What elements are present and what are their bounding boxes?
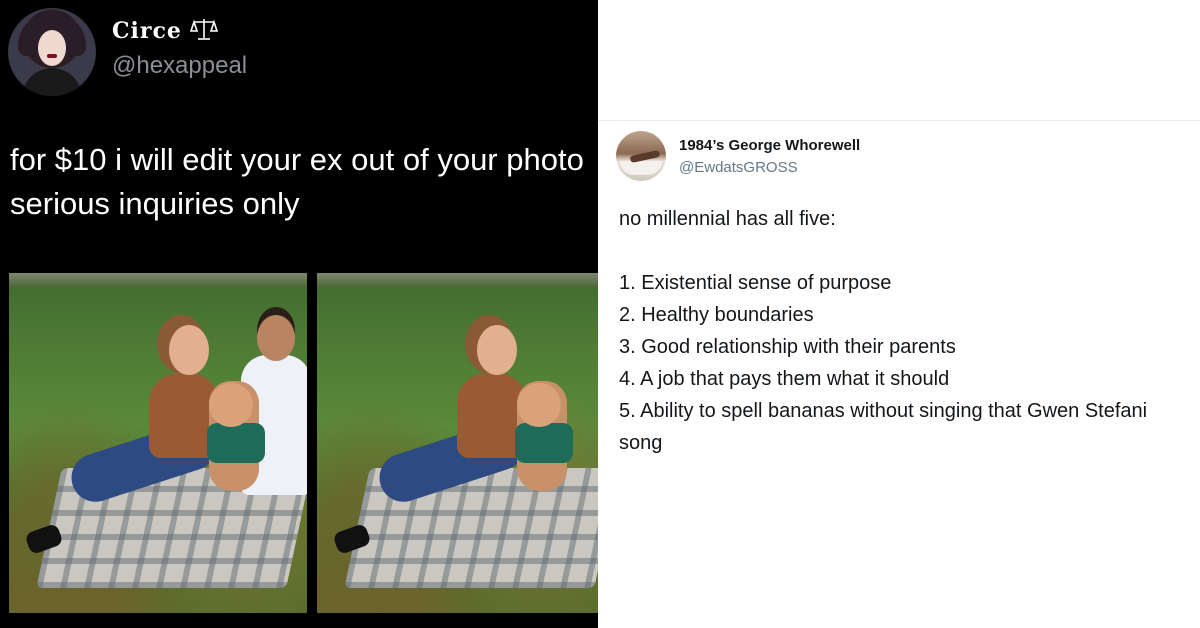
list-item: 2. Healthy boundaries bbox=[619, 304, 814, 326]
list-item: 4. A job that pays them what it should bbox=[619, 368, 950, 390]
list-item: 5. Ability to spell bananas without sing… bbox=[619, 400, 1148, 454]
display-name[interactable]: 1984’s George Whorewell bbox=[679, 137, 860, 154]
user-handle[interactable]: @hexappeal bbox=[112, 52, 247, 80]
tweet-intro: no millennial has all five: bbox=[619, 208, 836, 230]
user-handle[interactable]: @EwdatsGROSS bbox=[679, 159, 798, 176]
display-name[interactable]: Circe bbox=[112, 18, 182, 44]
after-photo[interactable] bbox=[317, 273, 598, 613]
tweet-list: 1. Existential sense of purpose 2. Healt… bbox=[619, 267, 1194, 459]
divider bbox=[598, 120, 1200, 121]
right-tweet: 1984’s George Whorewell @EwdatsGROSS no … bbox=[598, 0, 1200, 628]
left-tweet: Circe @hexappeal for $10 i will edit you… bbox=[0, 0, 598, 628]
list-item: 1. Existential sense of purpose bbox=[619, 272, 892, 294]
scales-icon bbox=[190, 19, 218, 40]
tweet-text: no millennial has all five: 1. Existenti… bbox=[619, 203, 1194, 459]
before-photo[interactable] bbox=[9, 273, 307, 613]
list-item: 3. Good relationship with their parents bbox=[619, 336, 956, 358]
tweet-text: for $10 i will edit your ex out of your … bbox=[10, 142, 584, 221]
avatar[interactable] bbox=[8, 8, 96, 96]
avatar[interactable] bbox=[616, 131, 666, 181]
